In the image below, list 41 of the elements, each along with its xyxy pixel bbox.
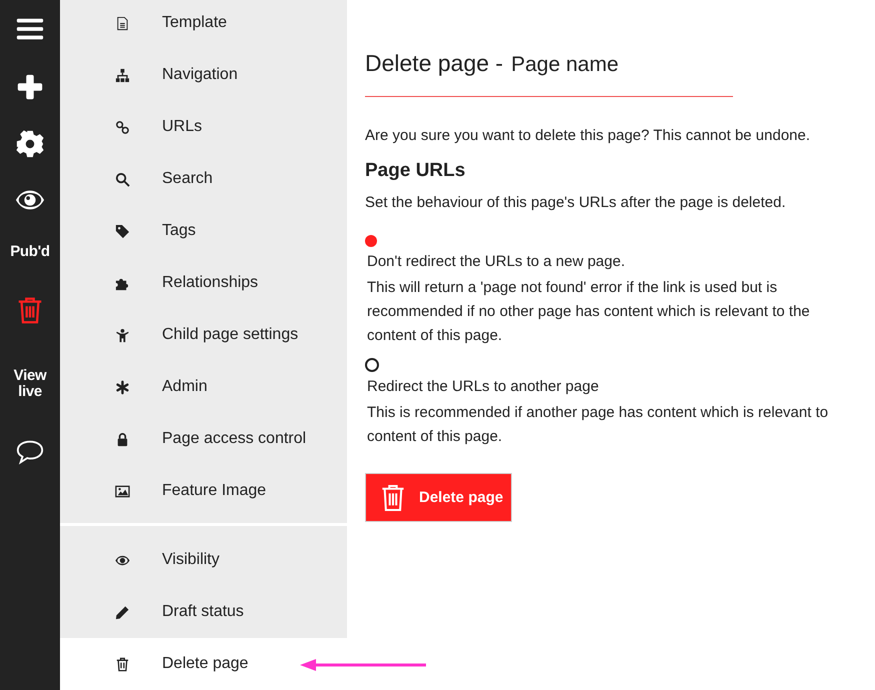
sidebar-item[interactable]: Delete page (60, 638, 347, 690)
sidebar-item[interactable]: Page access control (60, 413, 347, 465)
sidebar-item[interactable]: Tags (60, 205, 347, 257)
radio-button[interactable] (365, 358, 379, 372)
delete-button[interactable]: Delete page (365, 473, 512, 522)
search-icon (115, 172, 130, 186)
page-title: Delete page - (365, 50, 504, 77)
sidebar-item[interactable]: Template (60, 0, 347, 49)
plus-icon[interactable] (15, 72, 45, 102)
lock-icon (115, 432, 130, 446)
document-icon (115, 16, 130, 30)
page-name: Page name (511, 53, 619, 77)
sidebar-item[interactable]: Relationships (60, 257, 347, 309)
section-description: Set the behaviour of this page's URLs after the page is deleted. (365, 194, 787, 211)
option-description: This will return a 'page not found' error if the link is used but is recommended if no other page has content which is relevant to the content of this page. (367, 278, 811, 346)
sidebar-item[interactable]: Admin (60, 361, 347, 413)
image-icon (115, 484, 130, 498)
option-description: This is recommended if another page has content which is relevant to content of this page. (367, 403, 830, 447)
settings-icon[interactable] (15, 129, 45, 159)
rail-button[interactable]: View live (0, 344, 60, 424)
link-icon (115, 120, 130, 134)
sidebar-item[interactable]: URLs (60, 101, 347, 153)
sidebar-item[interactable]: Search (60, 153, 347, 205)
warning-text: Are you sure you want to delete this page? This cannot be undone. (365, 127, 812, 144)
rail-button[interactable]: Pub'd (0, 228, 60, 276)
trash-icon (115, 656, 130, 672)
sidebar-item[interactable]: Draft status (60, 586, 347, 638)
radio-button[interactable] (365, 235, 377, 247)
asterisk-icon (115, 380, 130, 394)
trash-icon (381, 484, 405, 512)
pencil-icon (115, 604, 130, 620)
tag-icon (115, 224, 130, 238)
person-icon (115, 328, 130, 342)
sidebar-item[interactable]: Child page settings (60, 309, 347, 361)
option-label: Don't redirect the URLs to a new page. (367, 253, 626, 270)
sidebar-item[interactable]: Navigation (60, 49, 347, 101)
section-heading: Page URLs (365, 160, 466, 182)
sidebar-item[interactable]: Visibility (60, 534, 347, 586)
option-label: Redirect the URLs to another page (367, 378, 600, 395)
sidebar-item[interactable]: Feature Image (60, 465, 347, 517)
sitemap-icon (115, 68, 130, 82)
